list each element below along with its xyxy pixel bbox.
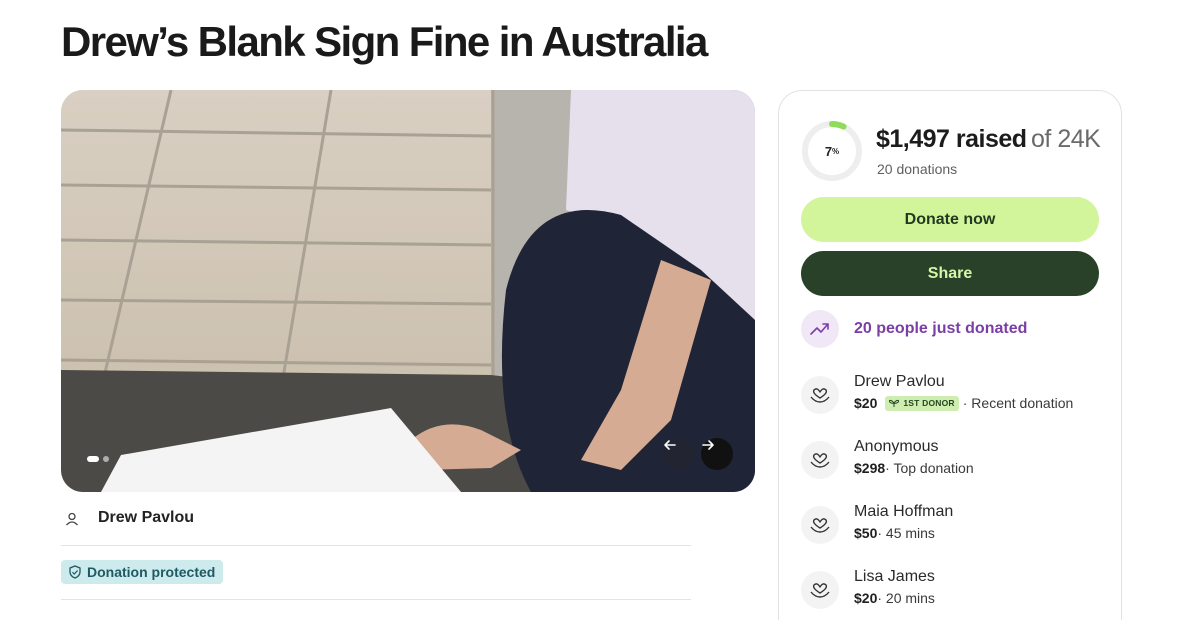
heart-hand-icon [801, 441, 839, 479]
next-photo-button[interactable] [701, 438, 733, 470]
goal-amount: of 24K [1031, 125, 1101, 153]
arrow-left-icon [664, 440, 676, 450]
donation-card: 7% $1,497 raised of 24K 20 donations Don… [778, 90, 1122, 620]
donor-item: Lisa James $20 · 20 mins [801, 568, 1101, 612]
progress-ring: 7% [800, 119, 864, 183]
heart-hand-icon [801, 571, 839, 609]
organizer-row[interactable]: Drew Pavlou [61, 504, 691, 546]
progress-value: 7 [824, 143, 833, 159]
page-title: Drew’s Blank Sign Fine in Australia [61, 18, 708, 65]
donor-amount: $20 [854, 395, 878, 411]
campaign-photo[interactable] [61, 90, 755, 492]
first-donor-label: 1ST DONOR [903, 398, 955, 408]
donation-protected-row: Donation protected [61, 547, 691, 600]
donor-name: Anonymous [854, 438, 939, 455]
donor-note: · 45 mins [877, 525, 935, 541]
arrow-right-icon [702, 440, 714, 450]
donor-name: Maia Hoffman [854, 503, 954, 520]
progress-suffix: % [832, 146, 840, 156]
user-icon [61, 508, 83, 530]
donor-name: Drew Pavlou [854, 373, 945, 390]
sprout-icon [889, 399, 900, 407]
donate-now-button[interactable]: Donate now [801, 197, 1099, 242]
trending-up-icon [801, 310, 839, 348]
campaign-photo-illustration [61, 90, 755, 492]
carousel-dot-active[interactable] [87, 456, 99, 462]
donor-item: Anonymous $298 · Top donation [801, 438, 1101, 482]
donor-amount: $20 [854, 590, 878, 606]
previous-photo-button[interactable] [663, 438, 695, 470]
progress-percent: 7% [800, 119, 864, 183]
donation-protected-label: Donation protected [87, 564, 216, 580]
donor-note: · 20 mins [877, 590, 935, 606]
raised-amount: $1,497 raised [876, 125, 1027, 153]
donor-note: · Top donation [885, 460, 974, 476]
organizer-name[interactable]: Drew Pavlou [98, 509, 194, 527]
donor-meta: $20 · 20 mins [854, 590, 935, 606]
carousel-dot[interactable] [103, 456, 109, 462]
share-button[interactable]: Share [801, 251, 1099, 296]
first-donor-badge: 1ST DONOR [885, 395, 959, 411]
heart-hand-icon [801, 506, 839, 544]
carousel-dots[interactable] [87, 456, 109, 462]
recent-activity-label: 20 people just donated [854, 320, 1028, 337]
donor-note: · Recent donation [962, 395, 1074, 411]
donation-protected-badge[interactable]: Donation protected [61, 560, 224, 584]
donor-name: Lisa James [854, 568, 935, 585]
donor-item: Maia Hoffman $50 · 45 mins [801, 503, 1101, 547]
donor-amount: $298 [854, 460, 886, 476]
raised-summary: $1,497 raised of 24K [876, 125, 1101, 154]
heart-hand-icon [801, 376, 839, 414]
donor-meta: $20 1ST DONOR · Recent donation [854, 395, 1073, 411]
donor-meta: $298 · Top donation [854, 460, 974, 476]
donor-amount: $50 [854, 525, 878, 541]
recent-activity[interactable]: 20 people just donated [801, 310, 1101, 350]
donor-item: Drew Pavlou $20 1ST DONOR · Recent donat… [801, 373, 1101, 417]
donations-count: 20 donations [877, 161, 958, 177]
shield-icon [69, 565, 81, 579]
donor-meta: $50 · 45 mins [854, 525, 935, 541]
